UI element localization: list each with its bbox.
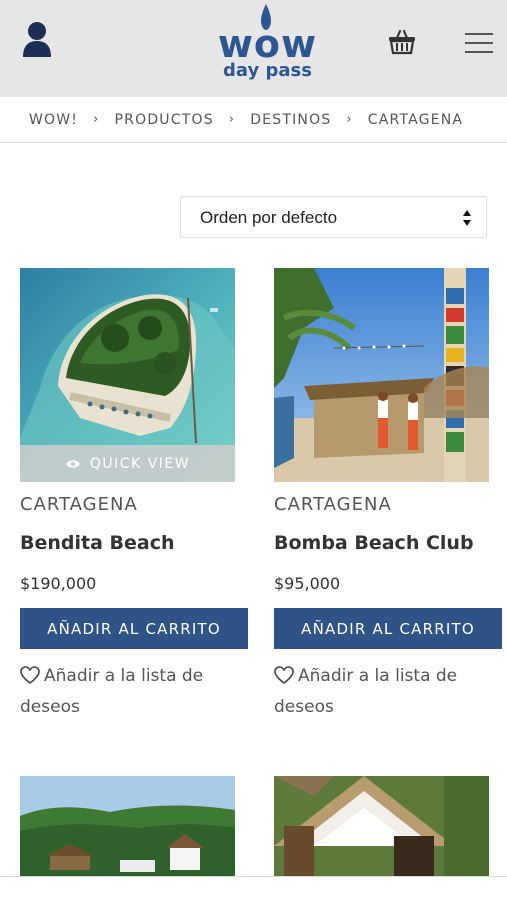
heart-icon — [274, 666, 294, 685]
product-image-3[interactable] — [20, 776, 235, 876]
product-image-bomba-beach-club[interactable] — [274, 268, 489, 482]
wishlist-label: Añadir a la lista de deseos — [274, 666, 458, 717]
product-image-bendita-beach[interactable]: QUICK VIEW — [20, 268, 235, 482]
user-icon[interactable] — [20, 20, 54, 58]
sort-order-select[interactable]: Orden por defecto — [180, 196, 487, 238]
cart-icon[interactable] — [388, 29, 416, 55]
sort-selected-value: Orden por defecto — [200, 208, 338, 227]
hamburger-menu-icon[interactable] — [465, 32, 493, 54]
product-price: $190,000 — [20, 574, 97, 593]
logo-daypass-text: day pass — [223, 60, 312, 81]
quick-view-button[interactable]: QUICK VIEW — [20, 445, 235, 482]
product-image-4[interactable] — [274, 776, 489, 876]
product-category: CARTAGENA — [20, 494, 138, 515]
breadcrumb-item-productos[interactable]: PRODUCTOS — [115, 112, 214, 128]
chevron-right-icon: › — [93, 112, 100, 127]
chevron-right-icon: › — [228, 112, 236, 127]
site-header: wow day pass — [0, 0, 507, 97]
chevron-right-icon: › — [346, 112, 353, 127]
breadcrumb: WOW! › PRODUCTOS › DESTINOS › CARTAGENA — [0, 97, 507, 143]
eye-icon — [65, 459, 80, 468]
logo-wow-text: wow — [217, 22, 318, 66]
quick-view-label: QUICK VIEW — [89, 455, 191, 472]
breadcrumb-item-wow[interactable]: WOW! — [29, 112, 78, 128]
product-title[interactable]: Bomba Beach Club — [274, 532, 474, 554]
add-to-cart-button[interactable]: AÑADIR AL CARRITO — [274, 608, 502, 649]
add-to-cart-button[interactable]: AÑADIR AL CARRITO — [20, 608, 248, 649]
product-price: $95,000 — [274, 574, 341, 593]
bottom-bar — [0, 876, 507, 900]
breadcrumb-item-cartagena: CARTAGENA — [367, 111, 464, 128]
add-to-wishlist-link[interactable]: Añadir a la lista de deseos — [20, 661, 250, 723]
wishlist-label: Añadir a la lista de deseos — [20, 666, 204, 717]
product-category: CARTAGENA — [274, 494, 392, 515]
heart-icon — [20, 666, 40, 685]
breadcrumb-item-destinos[interactable]: DESTINOS — [250, 112, 331, 128]
add-to-wishlist-link[interactable]: Añadir a la lista de deseos — [274, 661, 504, 723]
select-arrows-icon — [463, 210, 471, 226]
wow-daypass-logo[interactable]: wow day pass — [205, 4, 330, 86]
product-title[interactable]: Bendita Beach — [20, 532, 175, 554]
